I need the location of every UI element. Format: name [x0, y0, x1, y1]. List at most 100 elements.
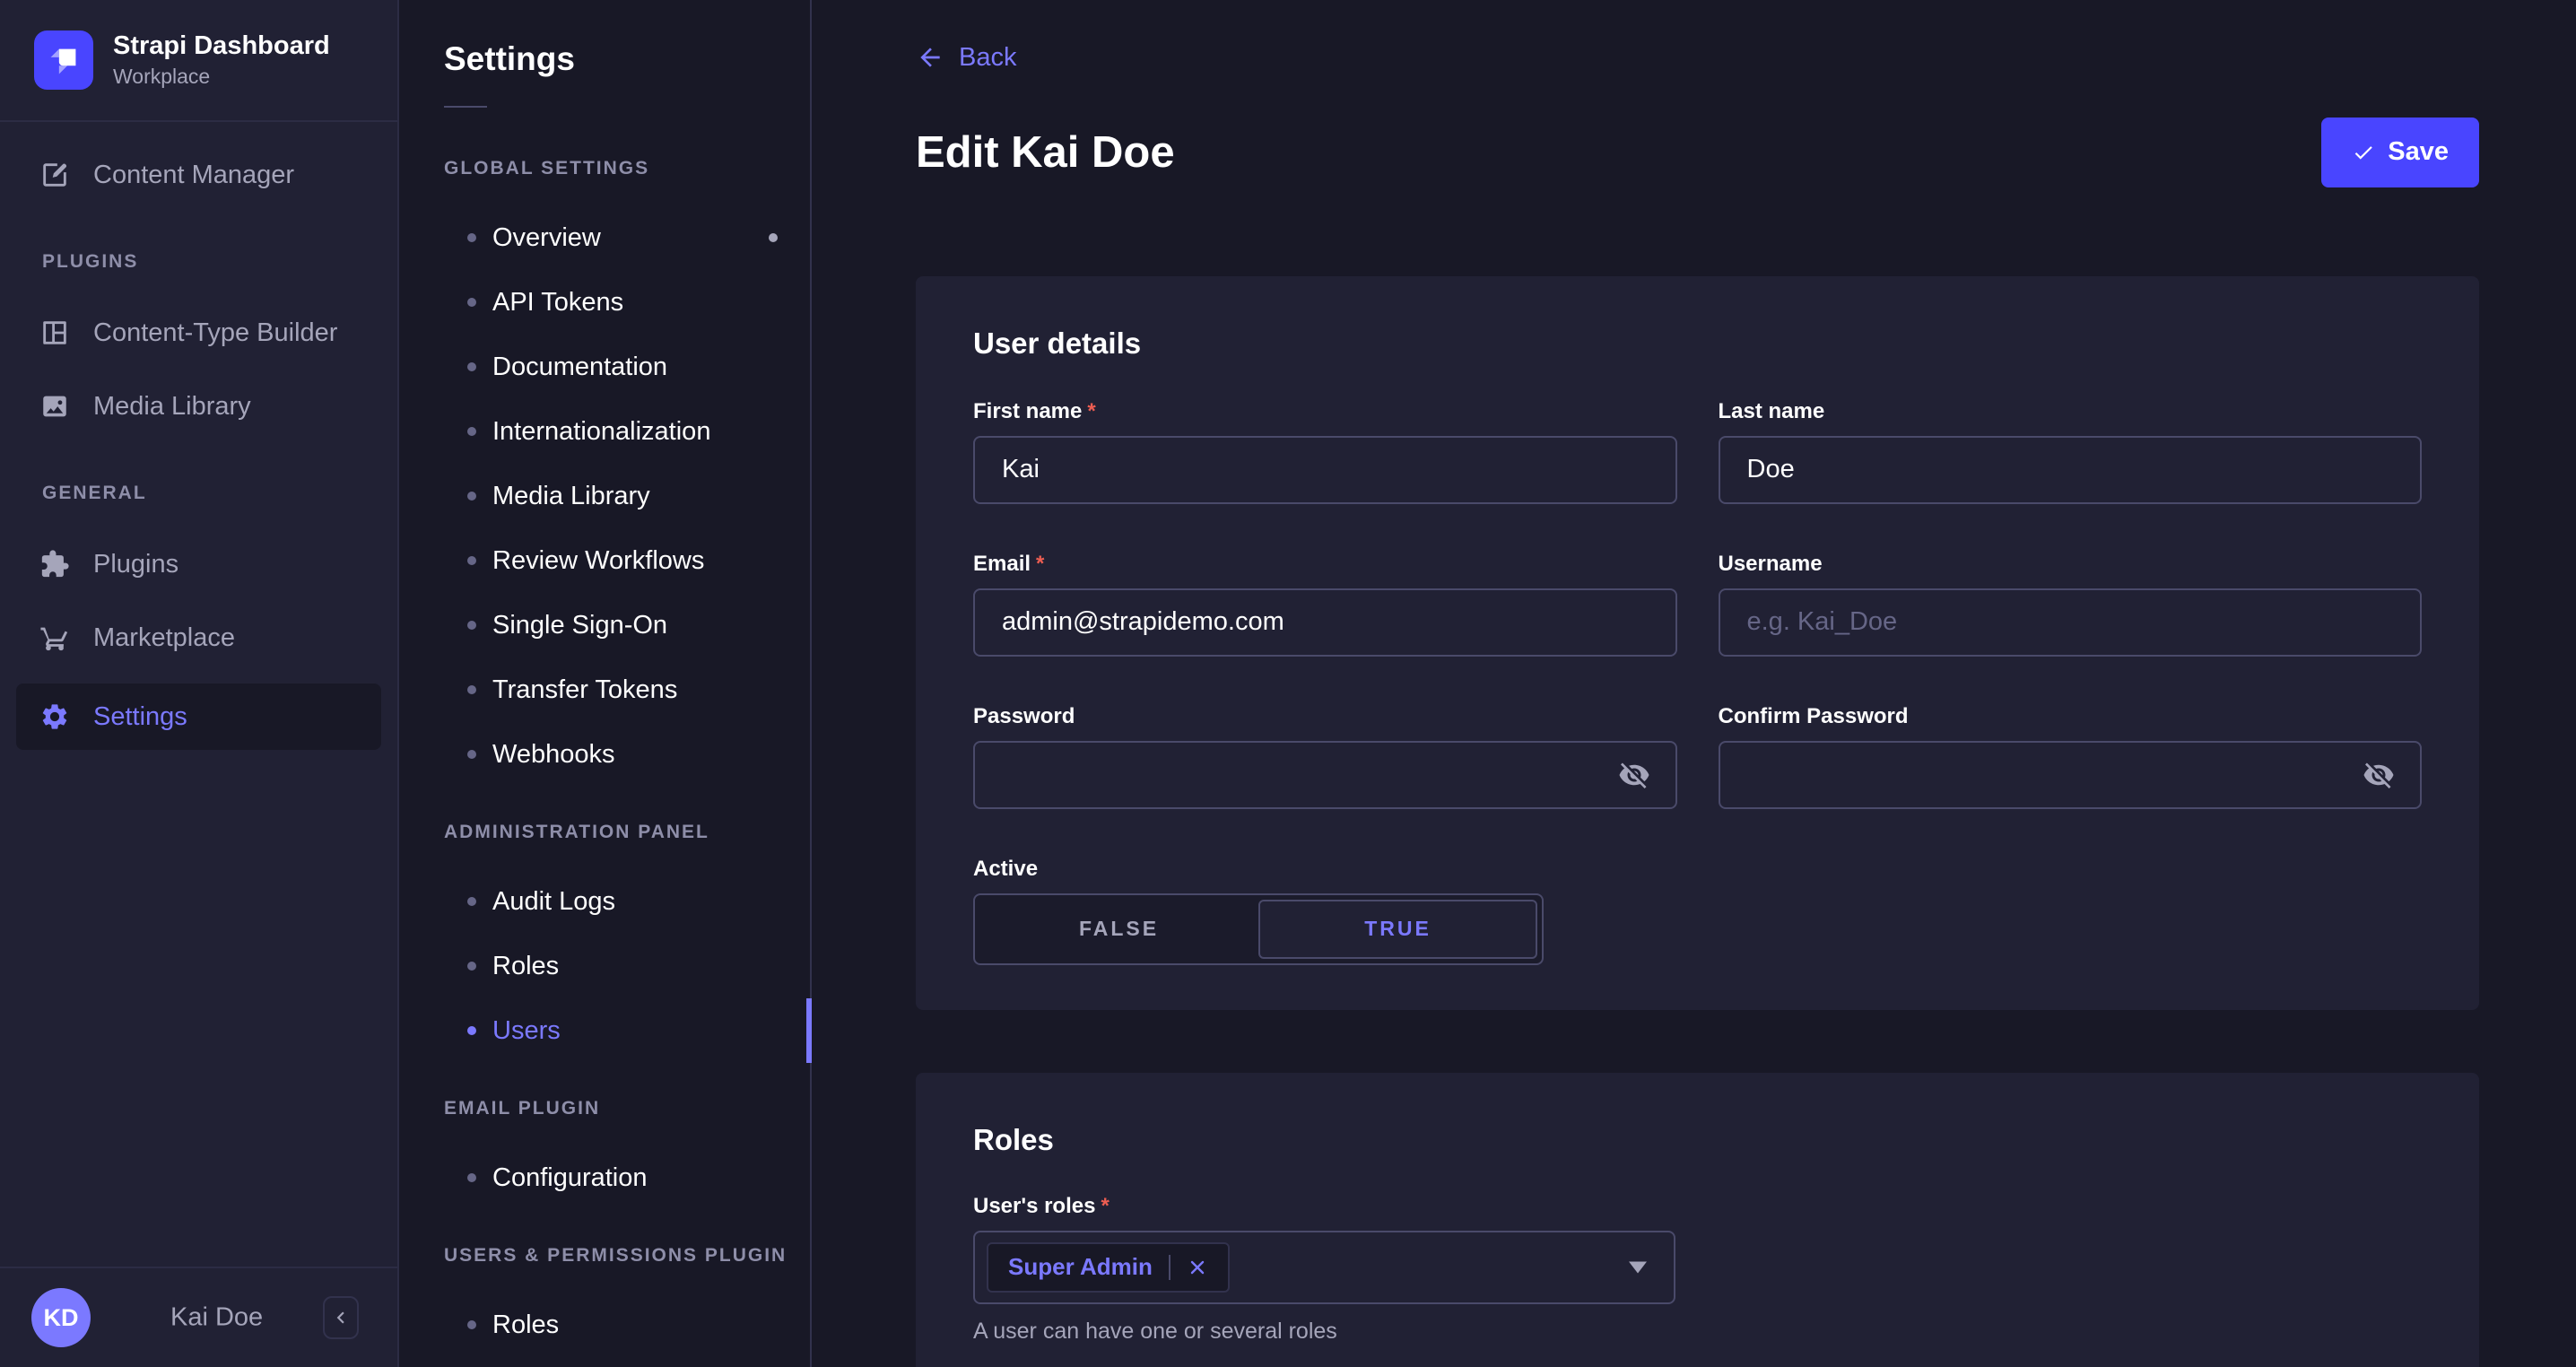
- subnav-item-label: Single Sign-On: [492, 611, 667, 640]
- image-icon: [39, 391, 70, 422]
- save-button[interactable]: Save: [2321, 118, 2479, 187]
- app-title: Strapi Dashboard: [113, 30, 330, 62]
- bullet-icon: [467, 233, 476, 242]
- bullet-icon: [467, 556, 476, 565]
- sidebar-item-label: Content-Type Builder: [93, 318, 337, 348]
- sidebar-item-media-library[interactable]: Media Library: [0, 370, 397, 443]
- subnav-item-overview[interactable]: Overview: [399, 205, 810, 270]
- user-roles-label: User's roles: [973, 1193, 1095, 1220]
- subnav-item-api-tokens[interactable]: API Tokens: [399, 270, 810, 335]
- email-field[interactable]: [973, 588, 1677, 657]
- gear-icon: [39, 701, 70, 732]
- email-label: Email: [973, 551, 1031, 578]
- active-group: Active FALSE TRUE: [973, 856, 1677, 965]
- subnav-item-label: Roles: [492, 1310, 559, 1340]
- bullet-icon: [467, 492, 476, 501]
- roles-heading: Roles: [973, 1123, 2422, 1157]
- close-icon: [1187, 1257, 1208, 1278]
- subnav-item-label: Audit Logs: [492, 887, 615, 917]
- bullet-icon: [467, 362, 476, 371]
- first-name-label: First name: [973, 398, 1082, 425]
- sidebar-item-label: Media Library: [93, 392, 251, 422]
- subnav-section-users-permissions-plugin: USERS & PERMISSIONS PLUGIN: [444, 1238, 810, 1274]
- subnav-item-users[interactable]: Users: [399, 998, 810, 1063]
- username-label: Username: [1719, 551, 1823, 578]
- subnav-active-indicator: [806, 998, 812, 1063]
- first-name-group: First name *: [973, 398, 1677, 504]
- password-field[interactable]: [973, 741, 1677, 809]
- confirm-password-field[interactable]: [1719, 741, 2423, 809]
- chevron-down-icon: [1629, 1261, 1647, 1273]
- bullet-icon: [467, 1026, 476, 1035]
- subnav-item-label: API Tokens: [492, 288, 623, 318]
- workspace-name: Workplace: [113, 65, 330, 90]
- layout-grid-icon: [39, 318, 70, 348]
- workspace-switcher[interactable]: Strapi Dashboard Workplace: [0, 0, 397, 122]
- subnav-item-webhooks[interactable]: Webhooks: [399, 722, 810, 787]
- password-group: Password: [973, 703, 1677, 809]
- back-link[interactable]: Back: [916, 39, 1016, 75]
- first-name-field[interactable]: [973, 436, 1677, 504]
- username-group: Username: [1719, 551, 2423, 657]
- bullet-icon: [467, 1173, 476, 1182]
- last-name-field[interactable]: [1719, 436, 2423, 504]
- user-details-heading: User details: [973, 327, 2422, 361]
- active-label: Active: [973, 856, 1038, 883]
- arrow-left-icon: [916, 43, 944, 72]
- subnav-item-transfer-tokens[interactable]: Transfer Tokens: [399, 657, 810, 722]
- bullet-icon: [467, 750, 476, 759]
- subnav-item-audit-logs[interactable]: Audit Logs: [399, 869, 810, 934]
- main-sidebar: Strapi Dashboard Workplace Content Manag…: [0, 0, 399, 1367]
- sidebar-item-label: Marketplace: [93, 623, 235, 653]
- subnav-item-label: Documentation: [492, 353, 667, 382]
- subnav-item-admin-roles[interactable]: Roles: [399, 934, 810, 998]
- save-label: Save: [2388, 137, 2449, 167]
- subnav-item-review-workflows[interactable]: Review Workflows: [399, 528, 810, 593]
- subnav-item-up-roles[interactable]: Roles: [399, 1293, 810, 1357]
- confirm-password-label: Confirm Password: [1719, 703, 1909, 730]
- subnav-item-label: Configuration: [492, 1163, 648, 1193]
- toggle-password-visibility-button[interactable]: [1618, 756, 1656, 794]
- username-field[interactable]: [1719, 588, 2423, 657]
- subnav-title: Settings: [444, 39, 810, 79]
- back-label: Back: [959, 43, 1016, 73]
- subnav-item-label: Review Workflows: [492, 546, 704, 576]
- content-manager-icon: [39, 160, 70, 190]
- sidebar-item-content-type-builder[interactable]: Content-Type Builder: [0, 296, 397, 370]
- collapse-sidebar-button[interactable]: [323, 1296, 359, 1339]
- confirm-password-group: Confirm Password: [1719, 703, 2423, 809]
- subnav-item-single-sign-on[interactable]: Single Sign-On: [399, 593, 810, 657]
- active-toggle-true[interactable]: TRUE: [1258, 900, 1537, 959]
- chevron-left-icon: [329, 1306, 352, 1329]
- roles-card: Roles User's roles * Super Admin A user …: [916, 1073, 2479, 1367]
- strapi-logo-icon: [34, 30, 93, 90]
- subnav-item-documentation[interactable]: Documentation: [399, 335, 810, 399]
- main-content: Back Edit Kai Doe Save User details Firs…: [812, 0, 2576, 1367]
- sidebar-item-plugins[interactable]: Plugins: [0, 527, 397, 601]
- active-toggle-false[interactable]: FALSE: [979, 900, 1258, 959]
- subnav-section-global-settings: GLOBAL SETTINGS: [444, 151, 810, 187]
- subnav-item-media-library[interactable]: Media Library: [399, 464, 810, 528]
- eye-off-icon: [1618, 759, 1656, 791]
- subnav-divider: [444, 106, 487, 108]
- subnav-section-email-plugin: EMAIL PLUGIN: [444, 1091, 810, 1127]
- user-avatar[interactable]: KD: [31, 1288, 91, 1347]
- bullet-icon: [467, 427, 476, 436]
- bullet-icon: [467, 685, 476, 694]
- remove-role-button[interactable]: [1187, 1257, 1208, 1278]
- password-label: Password: [973, 703, 1075, 730]
- user-roles-select[interactable]: Super Admin: [973, 1231, 1675, 1304]
- subnav-item-internationalization[interactable]: Internationalization: [399, 399, 810, 464]
- sidebar-item-marketplace[interactable]: Marketplace: [0, 601, 397, 675]
- subnav-section-administration-panel: ADMINISTRATION PANEL: [444, 814, 810, 850]
- required-mark: *: [1087, 398, 1095, 425]
- bullet-icon: [467, 897, 476, 906]
- required-mark: *: [1101, 1193, 1109, 1220]
- bullet-icon: [467, 298, 476, 307]
- sidebar-item-settings[interactable]: Settings: [16, 684, 381, 750]
- toggle-confirm-password-visibility-button[interactable]: [2363, 756, 2400, 794]
- subnav-item-label: Media Library: [492, 482, 650, 511]
- sidebar-item-content-manager[interactable]: Content Manager: [0, 138, 397, 212]
- puzzle-icon: [39, 549, 70, 579]
- subnav-item-configuration[interactable]: Configuration: [399, 1145, 810, 1210]
